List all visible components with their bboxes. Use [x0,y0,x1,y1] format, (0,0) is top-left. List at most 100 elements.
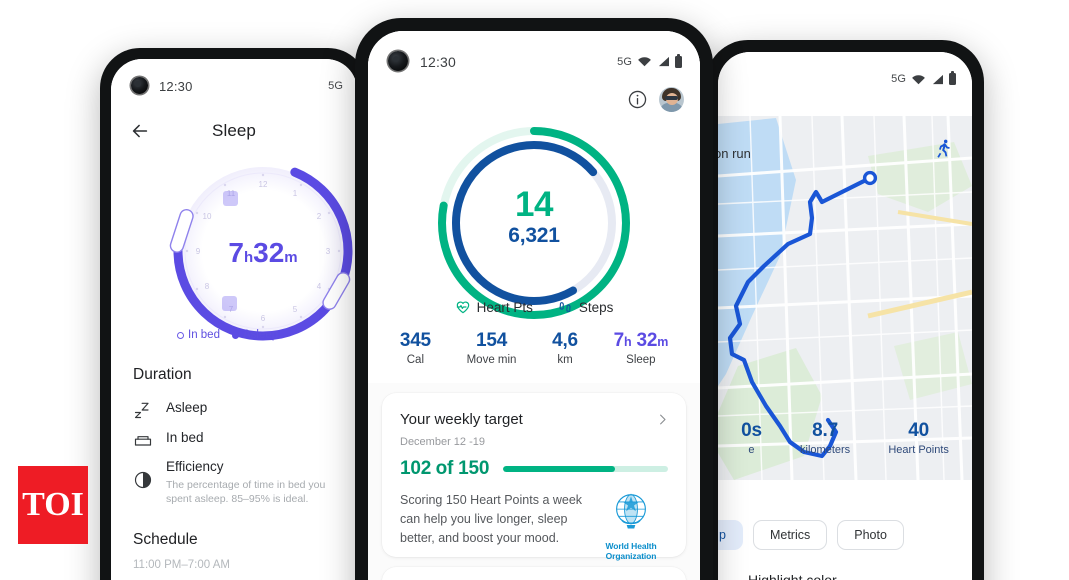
status-icons: 5G [617,53,682,68]
stat-label: km [557,353,573,366]
left-status-bar: 12:30 5G [111,77,357,95]
legend-in-bed-label: In bed [188,329,220,341]
left-phone-screen: 12:30 5G Sleep 12 1 2 3 4 5 6 8 9 10 7h3… [111,59,357,580]
svg-text:4: 4 [317,282,322,291]
stat-km[interactable]: 4,6 km [552,331,578,366]
duration-row-asleep[interactable]: Asleep [133,400,207,420]
legend-heart-pts-label: Heart Pts [476,299,533,315]
who-logo-icon [616,493,646,529]
legend-asleep-label: Asleep [242,329,279,341]
svg-text:12: 12 [259,180,268,189]
activity-rings[interactable]: 14 6,321 [430,119,638,327]
fit-home-screen: 12:30 5G 14 6,321 Heart Pts Steps 345 Ca… [368,31,700,580]
chip-metrics[interactable]: Metrics [752,520,828,550]
zzz-icon [133,400,153,420]
schedule-time-range: 11:00 PM–7:00 AM [133,559,230,571]
asleep-marker-icon [231,331,239,339]
center-status-bar: 12:30 5G [368,52,700,71]
legend-asleep: Asleep [231,329,279,341]
svg-text:10: 10 [203,212,212,221]
run-stat: 40 Heart Points [888,420,949,456]
stat-label: Move min [466,353,517,366]
chevron-right-icon[interactable] [655,412,670,431]
right-phone-device: 5G n run 0s e 8.7 kilometers 40 Heart Po… [706,40,984,580]
daily-stats-row: 345 Cal 154 Move min 4,6 km 7h 32m Sleep [368,331,700,366]
rings-center-readout: 14 6,321 [430,187,638,246]
duration-row-efficiency[interactable]: Efficiency The percentage of time in bed… [133,459,338,507]
run-stat: 8.7 kilometers [800,420,850,456]
center-phone-screen: 12:30 5G 14 6,321 Heart Pts Steps 345 Ca… [368,31,700,580]
stat-label: Sleep [626,353,656,366]
highlight-color-title: Highlight color [748,572,837,580]
bed-icon [133,430,153,450]
wifi-icon [638,57,651,67]
weekly-progress-text: 102 of 150 [400,458,489,480]
run-stat: 0s e [741,420,762,456]
run-stat-label: e [748,444,755,456]
svg-text:2: 2 [317,212,322,221]
stat-value: 154 [475,330,508,351]
run-stat-value: 0s [741,420,762,441]
back-arrow-icon[interactable] [129,120,151,142]
run-stat-value: 8.7 [812,420,838,441]
weekly-progress-value: 102 [400,458,432,479]
pie-half-icon [133,470,153,490]
weekly-progress-fill [503,466,616,472]
heart-points-value: 14 [515,185,553,224]
sleep-clock-dial: 121 23 45 67 89 1011 [163,151,357,351]
duration-row-sub: The percentage of time in bed you spent … [166,478,326,506]
sleep-hours: 7 [228,237,244,268]
duration-row-label: Efficiency [166,459,224,474]
sleep-h-unit: h [623,335,632,349]
toi-logo-text: TOI [22,486,84,523]
weekly-progress-bar [503,466,668,472]
battery-icon [675,53,682,68]
run-map-screen: 5G n run 0s e 8.7 kilometers 40 Heart Po… [718,52,972,580]
heart-outline-icon [456,301,469,314]
runner-icon [933,138,954,164]
svg-text:8: 8 [205,282,210,291]
rings-legend: Heart Pts Steps [368,299,700,315]
network-label: 5G [617,55,632,68]
duration-row-in-bed[interactable]: In bed [133,430,204,450]
sleep-screen: 12:30 5G Sleep 12 1 2 3 4 5 6 8 9 10 7h3… [111,59,357,580]
weekly-target-title: Your weekly target [400,411,523,428]
steps-value: 6,321 [508,224,560,247]
map-activity-label: on run [718,146,751,161]
stat-sleep[interactable]: 7h 32m Sleep [614,331,669,366]
sleep-minutes: 32 [253,237,285,268]
stat-cal[interactable]: 345 Cal [400,331,431,366]
weekly-progress-of: of 150 [435,458,490,479]
schedule-section-title: Schedule [133,531,198,548]
header-actions [627,87,684,112]
sleep-minutes-unit: m [284,249,298,266]
duration-row-label: Asleep [166,400,208,415]
right-status-bar: 5G [718,70,972,88]
status-icons: 5G [328,80,343,92]
stat-value: 4,6 [552,330,578,351]
stat-move-min[interactable]: 154 Move min [467,331,517,366]
view-mode-chips: p Metrics Photo [718,520,904,550]
steps-icon [559,302,571,313]
stat-label: Cal [406,353,425,366]
chip-photo[interactable]: Photo [837,520,904,550]
info-icon[interactable] [627,89,648,110]
avatar[interactable] [659,87,684,112]
bedtime-schedule-card[interactable]: Bedtime schedule [382,567,686,580]
screenshot-stage: 12:30 5G Sleep 12 1 2 3 4 5 6 8 9 10 7h3… [0,0,1069,580]
run-stat-label: Heart Points [888,444,949,456]
chip-map[interactable]: p [718,520,743,550]
who-name-line2: Organization [605,550,657,561]
run-stat-label: kilometers [800,444,851,456]
stat-value-sleep: 7h 32m [614,331,669,351]
svg-text:1: 1 [293,189,298,198]
legend-heart-pts: Heart Pts [455,299,533,315]
sleep-duration-readout: 7h32m [163,237,357,269]
cellular-icon [932,74,943,84]
network-label: 5G [328,80,343,92]
toi-watermark-logo: TOI [18,466,88,544]
avatar-sunglasses [665,96,678,100]
cellular-icon [658,56,669,67]
in-bed-marker-icon [177,331,184,339]
weekly-target-card[interactable]: Your weekly target December 12 -19 102 o… [382,393,686,561]
